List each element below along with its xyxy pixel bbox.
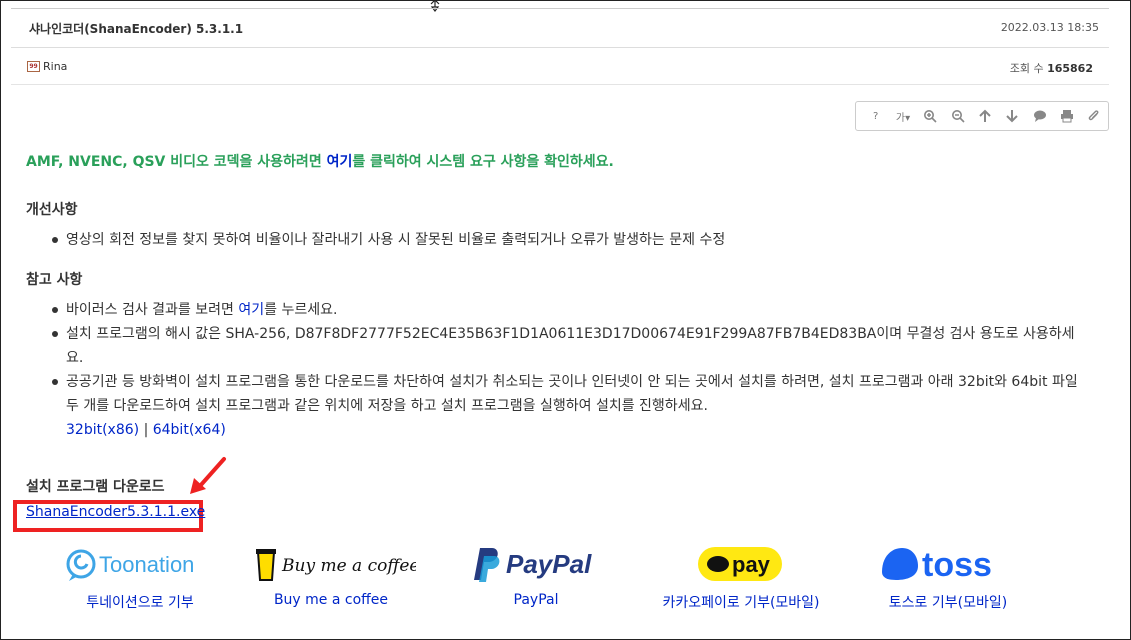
donate-label[interactable]: 투네이션으로 기부 — [35, 592, 245, 612]
arrow-down-icon — [1006, 110, 1019, 123]
svg-text:PayPal: PayPal — [506, 549, 592, 579]
donate-buymeacoffee[interactable]: Buy me a coffee Buy me a coffee — [226, 540, 436, 608]
codec-requirements-link[interactable]: 여기 — [327, 154, 353, 170]
list-item: 영상의 회전 정보를 찾지 못하여 비율이나 잘라내기 사용 시 잘못된 비율로… — [50, 228, 1086, 252]
kakaopay-logo: pay — [636, 540, 846, 588]
views-label: 조회 수 — [1009, 62, 1044, 75]
zoom-in-icon — [924, 110, 937, 123]
list-item: 설치 프로그램의 해시 값은 SHA-256, D87F8DF2777F52EC… — [50, 322, 1086, 370]
donate-toss[interactable]: toss 토스로 기부(모바일) — [843, 540, 1053, 612]
post-body: AMF, NVENC, QSV 비디오 코덱을 사용하려면 여기를 클릭하여 시… — [26, 150, 1086, 442]
attachment-button[interactable] — [1081, 102, 1108, 130]
comment-icon — [1033, 110, 1046, 122]
donate-toonation[interactable]: Toonation 투네이션으로 기부 — [35, 540, 245, 612]
arrow-up-icon — [979, 109, 991, 122]
donate-label[interactable]: 카카오페이로 기부(모바일) — [636, 592, 846, 612]
paypal-logo: PayPal — [431, 540, 641, 588]
toonation-logo: Toonation — [35, 540, 245, 588]
member-level-icon: 99 — [27, 61, 40, 72]
svg-text:toss: toss — [922, 546, 992, 584]
download-64bit-link[interactable]: 64bit(x64) — [153, 422, 226, 438]
zoom-out-icon — [951, 110, 965, 123]
improvements-heading: 개선사항 — [26, 202, 78, 218]
zoom-out-button[interactable] — [944, 102, 971, 130]
notes-list: 바이러스 검사 결과를 보려면 여기를 누르세요. 설치 프로그램의 해시 값은… — [50, 298, 1086, 418]
font-size-button[interactable]: 가▾ — [889, 102, 916, 130]
zoom-in-button[interactable] — [917, 102, 944, 130]
scroll-up-button[interactable] — [971, 102, 998, 130]
donate-label[interactable]: 토스로 기부(모바일) — [843, 592, 1053, 612]
svg-text:Buy me a coffee: Buy me a coffee — [281, 556, 416, 576]
author[interactable]: 99 Rina — [27, 60, 67, 73]
post-toolbar: ? 가▾ — [855, 101, 1109, 131]
post-header: 샤나인코더(ShanaEncoder) 5.3.1.1 2022.03.13 1… — [11, 8, 1109, 48]
virus-scan-link[interactable]: 여기 — [238, 302, 264, 318]
improvements-list: 영상의 회전 정보를 찾지 못하여 비율이나 잘라내기 사용 시 잘못된 비율로… — [50, 228, 1086, 252]
toss-logo: toss — [843, 540, 1053, 588]
installer-download-link[interactable]: ShanaEncoder5.3.1.1.exe — [26, 504, 205, 520]
view-count: 조회 수 165862 — [1010, 60, 1093, 76]
download-heading: 설치 프로그램 다운로드 — [26, 479, 165, 495]
views-value: 165862 — [1047, 62, 1093, 75]
print-button[interactable] — [1053, 102, 1080, 130]
codec-notice: AMF, NVENC, QSV 비디오 코덱을 사용하려면 여기를 클릭하여 시… — [26, 154, 614, 170]
donate-label[interactable]: PayPal — [431, 592, 641, 608]
scroll-down-button[interactable] — [999, 102, 1026, 130]
donate-label[interactable]: Buy me a coffee — [226, 592, 436, 608]
print-icon — [1060, 110, 1073, 123]
comment-button[interactable] — [1026, 102, 1053, 130]
download-32bit-link[interactable]: 32bit(x86) — [66, 422, 139, 438]
notes-heading: 참고 사항 — [26, 272, 83, 288]
svg-text:Toonation: Toonation — [99, 552, 194, 577]
list-item: 공공기관 등 방화벽이 설치 프로그램을 통한 다운로드를 차단하여 설치가 취… — [50, 370, 1086, 418]
donate-paypal[interactable]: PayPal PayPal — [431, 540, 641, 608]
help-icon: ? — [873, 110, 879, 122]
author-name[interactable]: Rina — [43, 60, 67, 73]
post-date: 2022.03.13 18:35 — [1000, 21, 1099, 34]
buymeacoffee-logo: Buy me a coffee — [226, 540, 436, 588]
list-item: 바이러스 검사 결과를 보려면 여기를 누르세요. — [50, 298, 1086, 322]
attach-icon — [1089, 110, 1099, 121]
post-meta: 99 Rina 조회 수 165862 — [11, 48, 1109, 85]
red-arrow-icon — [190, 457, 226, 494]
svg-text:pay: pay — [732, 552, 771, 577]
arch-links: 32bit(x86) | 64bit(x64) — [66, 422, 226, 438]
help-button[interactable]: ? — [862, 102, 889, 130]
post-title[interactable]: 샤나인코더(ShanaEncoder) 5.3.1.1 — [29, 20, 243, 37]
font-size-icon: 가▾ — [895, 112, 911, 124]
donate-kakaopay[interactable]: pay 카카오페이로 기부(모바일) — [636, 540, 846, 612]
